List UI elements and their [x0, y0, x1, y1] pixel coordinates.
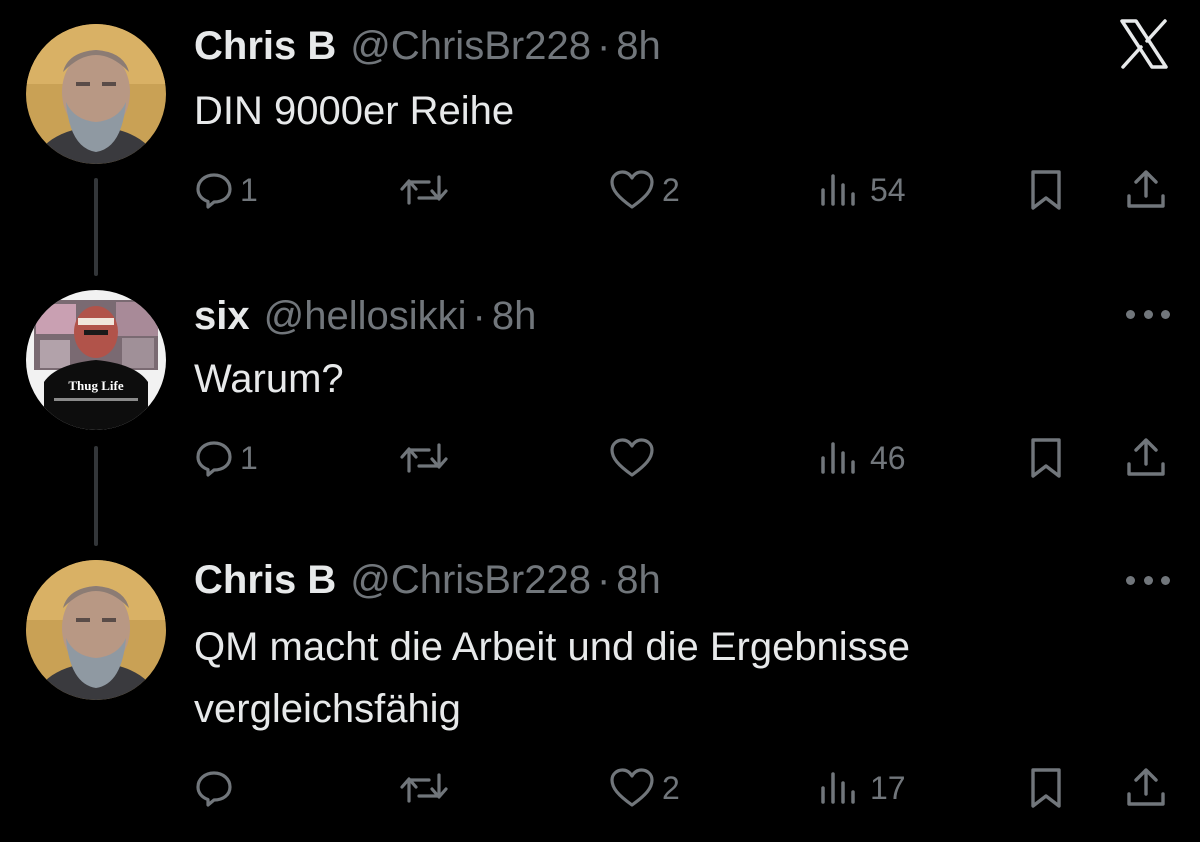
avatar[interactable] — [26, 560, 166, 700]
bookmark-icon — [1031, 768, 1061, 808]
bookmark-icon — [1031, 170, 1061, 210]
views-bar-chart-icon — [821, 174, 855, 206]
tweet-text: Warum? — [194, 348, 1094, 410]
separator: · — [472, 294, 486, 338]
tweet[interactable]: Chris B @ChrisBr228 · 8h DIN 9000er Reih… — [0, 0, 1200, 270]
share-upload-icon — [1127, 768, 1165, 806]
avatar-shirt-text: Thug Life — [68, 378, 123, 393]
like-button[interactable]: 2 — [608, 162, 680, 218]
reply-button[interactable] — [194, 760, 240, 816]
views-button[interactable]: 17 — [818, 760, 906, 816]
tweet-time[interactable]: 8h — [616, 554, 661, 606]
tweet-text-line: DIN 9000er Reihe — [194, 89, 515, 133]
more-options-button[interactable] — [1126, 570, 1170, 590]
more-options-button[interactable] — [1126, 304, 1170, 324]
like-button[interactable] — [608, 430, 662, 486]
views-count: 54 — [870, 171, 906, 208]
author-name[interactable]: Chris B — [194, 20, 336, 72]
views-bar-chart-icon — [821, 772, 855, 804]
more-dots-icon-dot — [1161, 575, 1170, 585]
heart-icon — [610, 768, 654, 807]
share-upload-icon — [1127, 170, 1165, 208]
views-bar-chart-icon — [821, 442, 855, 474]
like-count: 2 — [662, 171, 680, 208]
tweet-header: Chris B @ChrisBr228 · 8h — [194, 554, 661, 606]
tweet-actions: 1 2 54 — [190, 162, 1180, 218]
more-dots-icon — [1126, 309, 1135, 319]
reply-bubble-icon — [196, 441, 232, 477]
author-name[interactable]: six — [194, 290, 250, 342]
separator: · — [596, 24, 611, 68]
share-button[interactable] — [1124, 760, 1168, 816]
like-button[interactable]: 2 — [608, 760, 680, 816]
tweet[interactable]: Thug Life six @hellosikki · 8h Warum? 1 … — [0, 270, 1200, 540]
tweet-text: QM macht die Arbeit und die Ergebnisse v… — [194, 616, 1094, 740]
share-upload-icon — [1127, 438, 1165, 476]
retweet-button[interactable] — [396, 162, 458, 218]
more-dots-icon-dot — [1143, 575, 1153, 585]
share-button[interactable] — [1124, 430, 1168, 486]
author-handle[interactable]: @ChrisBr228 — [350, 20, 591, 72]
more-dots-icon-dot — [1161, 309, 1170, 319]
tweet[interactable]: Chris B @ChrisBr228 · 8h QM macht die Ar… — [0, 540, 1200, 842]
tweet-actions: 2 17 — [190, 760, 1180, 816]
avatar[interactable] — [26, 24, 166, 164]
tweet-text-line: QM macht die Arbeit und die Ergebnisse — [194, 625, 910, 669]
tweet-text-line: Warum? — [194, 357, 344, 401]
author-name[interactable]: Chris B — [194, 554, 336, 606]
tweet-header: six @hellosikki · 8h — [194, 290, 536, 342]
tweet-time[interactable]: 8h — [616, 20, 661, 72]
reply-count: 1 — [240, 439, 258, 476]
share-button[interactable] — [1124, 162, 1168, 218]
reply-button[interactable]: 1 — [194, 162, 258, 218]
tweet-text-line: vergleichsfähig — [194, 687, 461, 731]
retweet-button[interactable] — [396, 760, 458, 816]
avatar[interactable]: Thug Life — [26, 290, 166, 430]
tweet-time[interactable]: 8h — [492, 290, 537, 342]
heart-icon — [610, 438, 654, 477]
bookmark-button[interactable] — [1026, 760, 1066, 816]
tweet-actions: 1 46 — [190, 430, 1180, 486]
author-handle[interactable]: @ChrisBr228 — [350, 554, 591, 606]
views-count: 17 — [870, 769, 906, 806]
separator: · — [596, 558, 611, 602]
retweet-arrows-icon — [400, 773, 448, 803]
author-handle[interactable]: @hellosikki — [264, 290, 467, 342]
bookmark-button[interactable] — [1026, 430, 1066, 486]
retweet-arrows-icon — [400, 443, 448, 473]
views-count: 46 — [870, 439, 906, 476]
retweet-arrows-icon — [400, 175, 448, 205]
more-dots-icon-dot — [1143, 309, 1153, 319]
views-button[interactable]: 54 — [818, 162, 906, 218]
tweet-header: Chris B @ChrisBr228 · 8h — [194, 20, 661, 72]
more-dots-icon — [1126, 575, 1135, 585]
reply-bubble-icon — [196, 173, 232, 209]
reply-button[interactable]: 1 — [194, 430, 258, 486]
reply-bubble-icon — [196, 771, 232, 807]
like-count: 2 — [662, 769, 680, 806]
reply-count: 1 — [240, 171, 258, 208]
heart-icon — [610, 170, 654, 209]
bookmark-icon — [1031, 438, 1061, 478]
bookmark-button[interactable] — [1026, 162, 1066, 218]
views-button[interactable]: 46 — [818, 430, 906, 486]
tweet-text: DIN 9000er Reihe — [194, 80, 1094, 142]
retweet-button[interactable] — [396, 430, 458, 486]
